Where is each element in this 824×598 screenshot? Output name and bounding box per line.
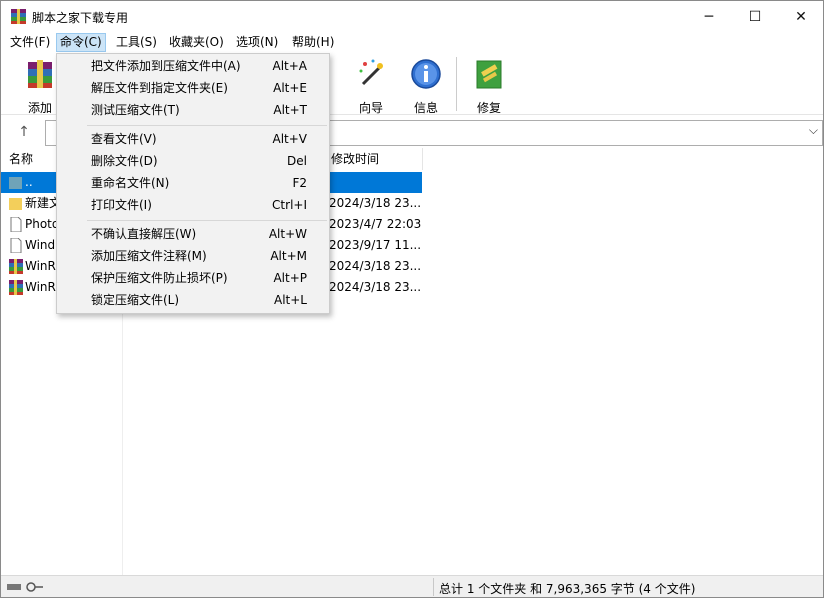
minimize-icon: ─ (704, 8, 714, 25)
file-date: 2023/9/17 11... (329, 238, 422, 252)
window-title: 脚本之家下载专用 (32, 11, 129, 25)
file-date: 2023/4/7 22:03 (329, 217, 422, 231)
menu-item-view-file[interactable]: 查看文件(V) Alt+V (58, 128, 328, 150)
menu-bar: 文件(F) 命令(C) 工具(S) 收藏夹(O) 选项(N) 帮助(H) (1, 32, 823, 53)
menu-separator (87, 220, 327, 221)
document-icon (10, 238, 22, 253)
status-separator (433, 578, 434, 596)
menu-tools[interactable]: 工具(S) (113, 33, 160, 52)
file-date: 2024/3/18 23... (329, 280, 422, 294)
winrar-archive-icon (9, 259, 23, 274)
up-level-button[interactable]: ↑ (13, 121, 35, 143)
file-date: 2024/3/18 23... (329, 259, 422, 273)
status-summary: 总计 1 个文件夹 和 7,963,365 字节 (4 个文件) (439, 582, 696, 596)
menu-item-shortcut: Alt+L (274, 293, 307, 307)
status-bar: 总计 1 个文件夹 和 7,963,365 字节 (4 个文件) (1, 575, 823, 597)
menu-options[interactable]: 选项(N) (233, 33, 281, 52)
column-header-modified[interactable]: 修改时间 (323, 148, 423, 170)
menu-item-label: 解压文件到指定文件夹(E) (91, 81, 228, 95)
menu-help[interactable]: 帮助(H) (289, 33, 337, 52)
menu-item-label: 添加压缩文件注释(M) (91, 249, 207, 263)
column-modified-label: 修改时间 (331, 152, 380, 166)
wizard-label: 向导 (358, 101, 383, 115)
file-name: Wind (25, 238, 56, 252)
title-bar[interactable]: 脚本之家下载专用 ─ ☐ ✕ (1, 1, 823, 32)
close-button[interactable]: ✕ (778, 1, 824, 32)
chevron-down-icon[interactable]: ⌵ (809, 123, 818, 138)
toolbar-separator (456, 57, 457, 111)
menu-item-test-archive[interactable]: 测试压缩文件(T) Alt+T (58, 99, 328, 121)
arrow-up-icon: ↑ (18, 124, 30, 140)
menu-item-shortcut: Alt+E (273, 81, 307, 95)
minimize-button[interactable]: ─ (686, 1, 732, 32)
menu-item-shortcut: Alt+M (270, 249, 307, 263)
menu-item-shortcut: Alt+V (272, 132, 307, 146)
menu-item-label: 删除文件(D) (91, 154, 158, 168)
repair-icon (476, 60, 502, 89)
menu-item-shortcut: Alt+T (273, 103, 307, 117)
close-icon: ✕ (795, 8, 807, 25)
menu-item-label: 查看文件(V) (91, 132, 157, 146)
menu-item-delete-file[interactable]: 删除文件(D) Del (58, 150, 328, 172)
menu-item-shortcut: Alt+W (268, 227, 307, 241)
winrar-window: 脚本之家下载专用 ─ ☐ ✕ 文件(F) 命令(C) 工具(S) 收藏夹(O) … (0, 0, 824, 598)
menu-item-shortcut: Alt+P (273, 271, 307, 285)
file-name: Photo (25, 217, 60, 231)
menu-item-label: 测试压缩文件(T) (91, 103, 180, 117)
file-name: WinR (25, 280, 56, 294)
repair-label: 修复 (476, 101, 501, 115)
menu-file[interactable]: 文件(F) (7, 33, 53, 52)
wizard-button[interactable]: 向导 (346, 58, 396, 115)
menu-item-label: 打印文件(I) (91, 198, 152, 212)
folder-icon (9, 198, 22, 210)
menu-item-shortcut: F2 (292, 176, 307, 190)
document-icon (10, 217, 22, 232)
wizard-icon (359, 59, 383, 86)
menu-item-shortcut: Ctrl+I (272, 198, 307, 212)
menu-item-label: 把文件添加到压缩文件中(A) (91, 59, 241, 73)
menu-item-rename-file[interactable]: 重命名文件(N) F2 (58, 172, 328, 194)
menu-item-lock-archive[interactable]: 锁定压缩文件(L) Alt+L (58, 289, 328, 311)
menu-item-protect-archive[interactable]: 保护压缩文件防止损坏(P) Alt+P (58, 267, 328, 289)
file-name: WinR (25, 259, 56, 273)
menu-item-extract-to[interactable]: 解压文件到指定文件夹(E) Alt+E (58, 77, 328, 99)
command-menu-dropdown: 把文件添加到压缩文件中(A) Alt+A 解压文件到指定文件夹(E) Alt+E 测… (56, 53, 330, 314)
file-name: .. (25, 175, 33, 189)
menu-item-add-to-archive[interactable]: 把文件添加到压缩文件中(A) Alt+A (58, 55, 328, 77)
repair-button[interactable]: 修复 (464, 58, 514, 115)
menu-item-print-file[interactable]: 打印文件(I) Ctrl+I (58, 194, 328, 216)
menu-item-shortcut: Alt+A (272, 59, 307, 73)
maximize-button[interactable]: ☐ (732, 1, 778, 32)
menu-command[interactable]: 命令(C) (56, 33, 106, 52)
menu-item-label: 锁定压缩文件(L) (91, 293, 180, 307)
info-button[interactable]: 信息 (401, 58, 451, 115)
winrar-app-icon (11, 9, 26, 24)
menu-item-extract-without-confirmation[interactable]: 不确认直接解压(W) Alt+W (58, 223, 328, 245)
menu-separator (87, 125, 327, 126)
file-date: 2024/3/18 23... (329, 196, 422, 210)
winrar-archive-icon (9, 280, 23, 295)
info-icon (411, 59, 441, 89)
menu-item-label: 重命名文件(N) (91, 176, 170, 190)
parent-folder-icon (9, 177, 22, 189)
menu-item-label: 不确认直接解压(W) (91, 227, 197, 241)
menu-favorites[interactable]: 收藏夹(O) (166, 33, 227, 52)
add-archive-icon (28, 60, 52, 88)
drive-key-icon (7, 582, 43, 592)
menu-item-shortcut: Del (287, 154, 307, 168)
menu-item-label: 保护压缩文件防止损坏(P) (91, 271, 228, 285)
info-label: 信息 (413, 101, 438, 115)
menu-item-add-comment[interactable]: 添加压缩文件注释(M) Alt+M (58, 245, 328, 267)
maximize-icon: ☐ (748, 8, 762, 25)
column-name-label: 名称 (9, 152, 34, 166)
